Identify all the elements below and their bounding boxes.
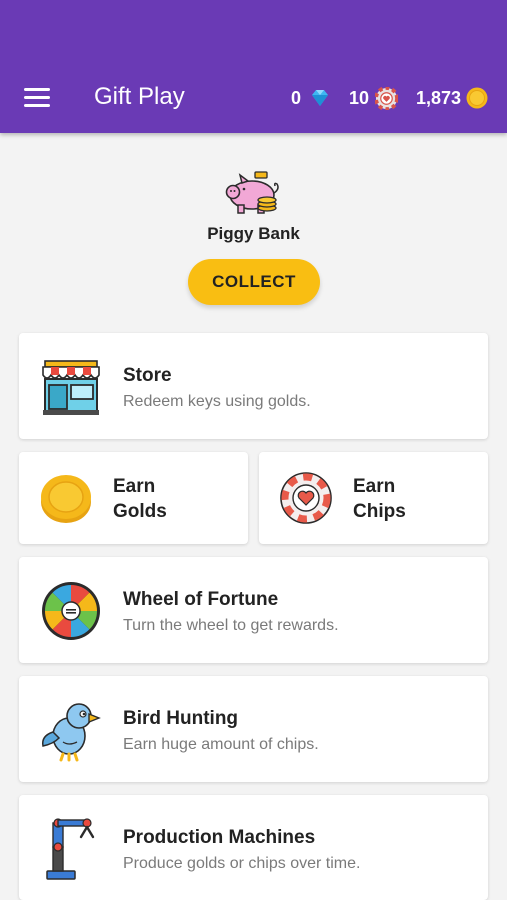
store-subtitle: Redeem keys using golds.	[123, 393, 311, 410]
earn-chips-title: Earn Chips	[353, 476, 406, 522]
piggy-bank-icon	[225, 171, 279, 214]
production-machines-title: Production Machines	[123, 827, 316, 848]
chips-count: 10	[349, 88, 370, 108]
app-title: Gift Play	[94, 83, 185, 110]
casino-chip-icon	[375, 87, 398, 110]
store-card[interactable]: Store Redeem keys using golds.	[19, 333, 488, 439]
gems-count: 0	[291, 88, 302, 108]
robot-arm-icon	[46, 818, 95, 880]
bird-hunting-subtitle: Earn huge amount of chips.	[123, 736, 319, 753]
wheel-of-fortune-card[interactable]: Wheel of Fortune Turn the wheel to get r…	[19, 557, 488, 663]
wheel-title: Wheel of Fortune	[123, 589, 279, 610]
production-machines-subtitle: Produce golds or chips over time.	[123, 855, 361, 872]
casino-chip-icon	[280, 472, 332, 524]
collect-button[interactable]: COLLECT	[188, 259, 320, 305]
storefront-icon	[42, 360, 100, 415]
fortune-wheel-icon	[42, 582, 100, 640]
earn-golds-card[interactable]: Earn Golds	[19, 452, 248, 544]
wheel-subtitle: Turn the wheel to get rewards.	[123, 617, 339, 634]
store-title: Store	[123, 365, 172, 386]
gold-coin-icon	[466, 87, 488, 109]
bird-icon	[41, 703, 101, 762]
app-bar: Gift Play 0 10 1,873	[0, 0, 507, 133]
menu-icon[interactable]	[24, 88, 50, 108]
golds-count: 1,873	[416, 88, 462, 108]
production-machines-card[interactable]: Production Machines Produce golds or chi…	[19, 795, 488, 900]
gold-coin-icon	[41, 475, 91, 523]
earn-chips-card[interactable]: Earn Chips	[259, 452, 488, 544]
earn-golds-title: Earn Golds	[113, 476, 167, 522]
diamond-icon	[312, 90, 328, 106]
bird-hunting-card[interactable]: Bird Hunting Earn huge amount of chips.	[19, 676, 488, 782]
piggy-bank-label: Piggy Bank	[207, 224, 300, 243]
bird-hunting-title: Bird Hunting	[123, 708, 239, 729]
